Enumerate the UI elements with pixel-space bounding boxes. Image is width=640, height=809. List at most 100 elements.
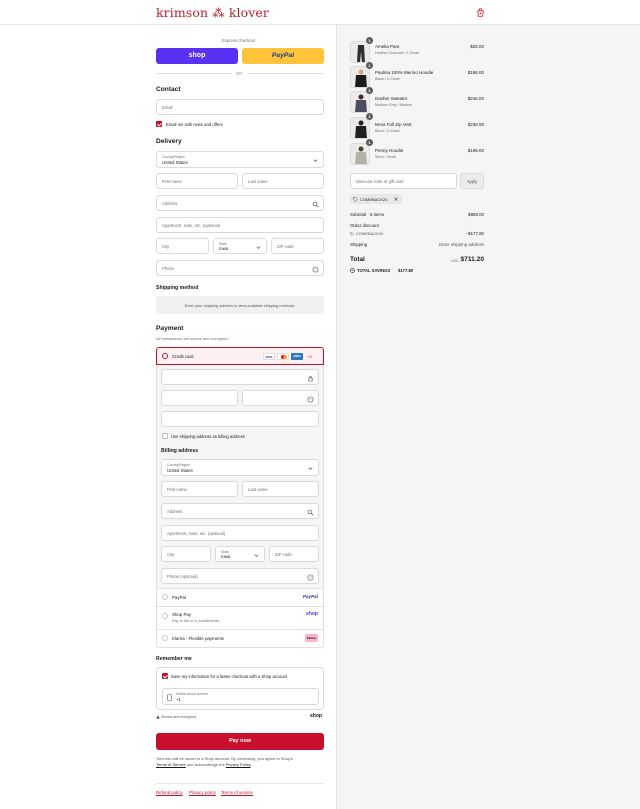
billing-same-checkbox[interactable] (162, 433, 168, 439)
product-thumbnail (350, 117, 370, 139)
currency-code: USD (451, 259, 459, 263)
product-price: $236.00 (467, 122, 484, 127)
billing-state-label: State (221, 549, 229, 554)
last-name-field[interactable]: Last name (242, 173, 324, 189)
card-number-field[interactable] (161, 369, 319, 385)
quantity-badge: 1 (366, 87, 373, 94)
lock-icon (156, 715, 160, 719)
close-icon[interactable] (394, 197, 398, 201)
product-thumbnail (350, 41, 370, 63)
billing-first-name-field[interactable]: First name (161, 481, 238, 497)
security-code-field[interactable]: ? (242, 390, 319, 406)
billing-apartment-field[interactable]: Apartment, suite, etc. (optional) (161, 525, 319, 541)
billing-country-value: United States (167, 467, 193, 473)
billing-address-field[interactable]: Address (161, 503, 319, 519)
shop-pay-express-button[interactable]: shop (156, 48, 238, 64)
divider (156, 783, 324, 784)
chevron-down-icon (308, 467, 313, 470)
email-placeholder: Email (162, 105, 173, 110)
terms-of-service-link[interactable]: Terms of Service (156, 762, 186, 767)
phone-field[interactable]: Phone ? (156, 260, 324, 276)
mobile-phone-label: Mobile phone number (176, 692, 208, 696)
state-select[interactable]: State Iowa (213, 238, 267, 254)
help-icon[interactable]: ? (307, 396, 314, 403)
discount-code-field[interactable]: Discount code or gift card (350, 173, 457, 189)
legal-text: . (250, 761, 252, 767)
product-name: Dasher Sweater (375, 96, 408, 101)
quantity-badge: 1 (366, 113, 373, 120)
state-label: State (219, 241, 227, 246)
paypal-express-button[interactable]: PayPal (242, 48, 324, 64)
svg-text:?: ? (310, 575, 312, 579)
shop-pay-label: Shop Pay (172, 611, 192, 617)
refund-policy-link[interactable]: Refund policy (156, 790, 183, 795)
newsletter-checkbox[interactable] (156, 121, 162, 127)
billing-same-label: Use shipping address as billing address (171, 434, 245, 439)
applied-discount-code: COMEBACK20 (360, 196, 388, 202)
billing-zip-field[interactable]: ZIP code (269, 546, 319, 562)
order-summary-panel (336, 25, 640, 809)
billing-phone-field[interactable]: Phone (optional) ? (161, 568, 319, 584)
shopping-bag-icon[interactable] (476, 8, 485, 17)
shop-logo: shop (310, 713, 322, 719)
paypal-radio[interactable] (162, 594, 168, 600)
apply-label: Apply (466, 179, 478, 184)
apartment-placeholder: Apartment, suite, etc. (optional) (162, 223, 221, 228)
klarna-option[interactable]: Klarna - Flexible payments Klarna. (156, 630, 324, 648)
product-variant: Black / X-Small (375, 129, 400, 133)
total-savings-value: $177.80 (398, 268, 414, 273)
shipping-method-notice: Enter your shipping address to view avai… (156, 296, 324, 314)
lock-icon (308, 375, 313, 381)
pay-now-button[interactable]: Pay now (156, 733, 324, 750)
search-icon (307, 509, 314, 515)
zip-field[interactable]: ZIP code (271, 238, 324, 254)
country-select[interactable]: Country/Region United States (156, 151, 324, 168)
shop-pay-logo: shop (188, 51, 206, 59)
privacy-policy-link[interactable]: Privacy Policy (226, 762, 251, 767)
shop-pay-option[interactable]: Shop Pay Pay in full or in installments … (156, 607, 324, 630)
product-name: Penny Hoodie (375, 148, 404, 153)
shop-pay-sublabel: Pay in full or in installments (172, 618, 220, 623)
secure-encrypted-label: Secure and encrypted (161, 715, 197, 719)
save-info-checkbox[interactable] (162, 673, 168, 679)
visa-logo: VISA (263, 353, 275, 360)
mobile-phone-value: +1 (176, 697, 181, 702)
name-on-card-field[interactable] (161, 411, 319, 427)
help-icon[interactable]: ? (312, 266, 319, 273)
discount-code-placeholder: Discount code or gift card (356, 179, 404, 184)
billing-last-name-placeholder: Last name (248, 487, 268, 492)
billing-country-select[interactable]: Country/Region United States (161, 459, 319, 476)
brand-logo[interactable]: krimson ⁂ klover (156, 5, 269, 20)
apply-discount-button[interactable]: Apply (460, 173, 484, 189)
credit-card-radio[interactable] (162, 353, 168, 359)
legal-text: Your info will be saved to a Shop accoun… (156, 756, 293, 761)
klarna-radio[interactable] (162, 635, 168, 641)
klarna-logo: Klarna. (305, 634, 318, 642)
terms-of-service-footer-link[interactable]: Terms of service (221, 790, 253, 795)
privacy-policy-footer-link[interactable]: Privacy policy (189, 790, 216, 795)
billing-last-name-field[interactable]: Last name (242, 481, 319, 497)
mastercard-logo (277, 353, 289, 360)
address-field[interactable]: Address (156, 195, 324, 211)
billing-city-field[interactable]: City (161, 546, 211, 562)
paypal-logo: PayPal (302, 593, 318, 599)
legal-notice: Your info will be saved to a Shop accoun… (156, 756, 324, 768)
expiration-date-field[interactable] (161, 390, 238, 406)
phone-placeholder: Phone (162, 266, 175, 271)
billing-first-name-placeholder: First name (167, 487, 187, 492)
mobile-phone-field[interactable]: Mobile phone number +1 (162, 688, 319, 705)
city-field[interactable]: City (156, 238, 209, 254)
billing-state-value: Iowa (221, 554, 231, 559)
shop-pay-radio[interactable] (162, 613, 168, 619)
paypal-option[interactable]: PayPal PayPal (156, 589, 324, 607)
tag-icon (350, 232, 354, 236)
apartment-field[interactable]: Apartment, suite, etc. (optional) (156, 217, 324, 233)
svg-text:?: ? (315, 267, 317, 271)
email-field[interactable]: Email (156, 99, 324, 115)
first-name-field[interactable]: First name (156, 173, 238, 189)
billing-state-select[interactable]: State Iowa (215, 546, 265, 562)
product-price: $25.00 (470, 44, 484, 49)
address-placeholder: Address (162, 201, 178, 206)
credit-card-option[interactable]: Credit card VISA AMEX +3 (156, 347, 324, 365)
help-icon[interactable]: ? (307, 574, 314, 581)
